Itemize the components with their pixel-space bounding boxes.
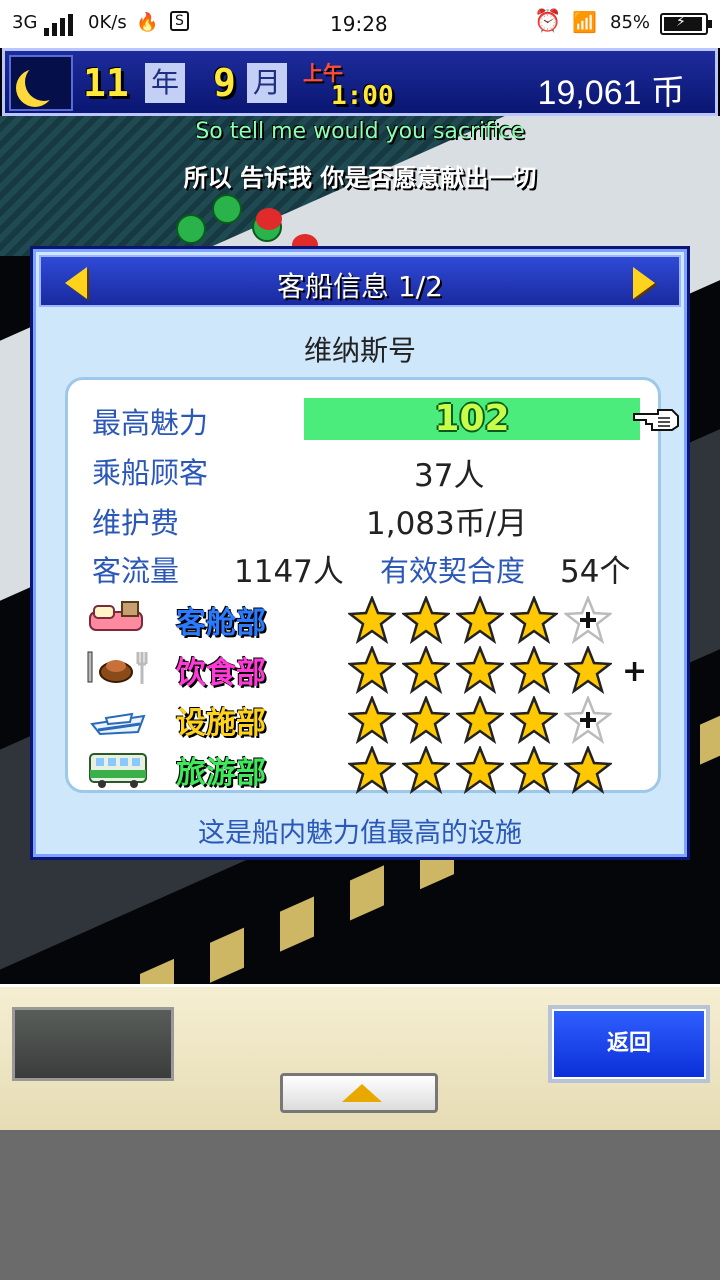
bottom-panel: 返回 xyxy=(0,984,720,1130)
month-value: 9 xyxy=(213,61,236,105)
dept-row-cabin[interactable]: 客舱部 xyxy=(86,596,646,644)
dept-label: 旅游部 xyxy=(176,756,266,791)
network-type: 3G xyxy=(12,12,38,33)
tree-icon xyxy=(212,194,242,224)
dept-row-dining[interactable]: 饮食部 + xyxy=(86,646,648,694)
ship-name: 维纳斯号 xyxy=(303,334,416,367)
app-badge: S xyxy=(170,11,189,31)
game-top-bar: 11 年 9 月 上午 1:00 19,061 币 xyxy=(2,48,718,116)
max-charm-bar: 102 xyxy=(304,398,640,440)
month-unit: 月 xyxy=(247,63,288,103)
dept-label: 客舱部 xyxy=(176,606,266,641)
dialog-header: 客船信息 1/2 xyxy=(39,255,681,307)
dept-stars xyxy=(348,596,612,644)
compat-label: 有效契合度 xyxy=(380,554,526,588)
dept-stars xyxy=(348,646,612,694)
star-filled-icon xyxy=(564,646,612,694)
signal-icon xyxy=(44,14,76,36)
tree-icon xyxy=(176,214,206,244)
star-filled-icon xyxy=(348,696,396,744)
expand-up-button[interactable] xyxy=(280,1073,438,1113)
star-filled-icon xyxy=(402,696,450,744)
max-charm-value: 102 xyxy=(434,398,510,439)
money-unit: 币 xyxy=(651,74,685,112)
maintenance-value: 1,083币/月 xyxy=(366,506,528,542)
money-value: 19,061 xyxy=(537,74,642,112)
empty-slot-button[interactable] xyxy=(12,1007,174,1081)
flame-icon: 🔥 xyxy=(136,12,159,33)
battery-percent: 85% xyxy=(610,12,651,33)
lyric-english: So tell me would you sacrifice xyxy=(195,119,525,144)
stats-card: 最高魅力 102 乘船顾客 37人 维护费 1,083币/月 客流量 1147人… xyxy=(65,377,679,794)
bed-icon xyxy=(89,601,143,631)
net-speed: 0K/s xyxy=(88,12,127,33)
star-filled-icon xyxy=(510,696,558,744)
passengers-value: 37人 xyxy=(414,458,485,494)
year-value: 11 xyxy=(83,61,129,105)
star-filled-icon xyxy=(564,746,612,794)
pointing-hand-icon[interactable] xyxy=(632,402,680,434)
star-filled-icon xyxy=(348,596,396,644)
battery-icon xyxy=(660,13,712,35)
star-empty-plus-icon xyxy=(564,696,612,744)
passengers-label: 乘船顾客 xyxy=(92,456,209,490)
plus-icon: + xyxy=(622,654,648,689)
compat-value: 54个 xyxy=(560,554,631,590)
star-filled-icon xyxy=(348,646,396,694)
max-charm-label: 最高魅力 xyxy=(92,406,209,440)
dept-label: 饮食部 xyxy=(176,656,266,691)
moon-icon xyxy=(9,55,73,111)
dining-icon xyxy=(87,651,148,684)
traffic-label: 客流量 xyxy=(92,554,180,588)
star-filled-icon xyxy=(402,596,450,644)
ship-icon xyxy=(90,712,146,736)
back-button[interactable]: 返回 xyxy=(548,1005,710,1083)
ship-info-dialog: 客船信息 1/2 维纳斯号 最高魅力 102 乘船顾客 37人 维护费 1,08… xyxy=(30,246,690,860)
bottom-filler xyxy=(0,1130,720,1280)
dept-row-facilities[interactable]: 设施部 xyxy=(86,696,646,744)
dept-stars xyxy=(348,746,612,794)
star-filled-icon xyxy=(510,746,558,794)
alarm-icon: ⏰ xyxy=(534,9,562,34)
star-filled-icon xyxy=(456,746,504,794)
star-filled-icon xyxy=(402,646,450,694)
year-unit: 年 xyxy=(145,63,186,103)
traffic-value: 1147人 xyxy=(234,554,344,590)
dept-stars xyxy=(348,696,612,744)
star-filled-icon xyxy=(402,746,450,794)
star-filled-icon xyxy=(456,596,504,644)
star-filled-icon xyxy=(510,646,558,694)
bus-icon xyxy=(89,753,147,788)
dialog-footnote: 这是船内魅力值最高的设施 xyxy=(198,818,522,849)
star-empty-plus-icon xyxy=(564,596,612,644)
wifi-icon: 📶 xyxy=(572,10,597,34)
dialog-title: 客船信息 1/2 xyxy=(277,270,443,303)
money-display: 19,061 币 xyxy=(538,65,685,114)
lyric-chinese: 所以 告诉我 你是否愿意献出一切 xyxy=(183,164,537,192)
star-filled-icon xyxy=(456,646,504,694)
star-filled-icon xyxy=(348,746,396,794)
star-filled-icon xyxy=(510,596,558,644)
status-bar: 3G 0K/s 🔥 S 19:28 ⏰ 📶 85% xyxy=(0,0,720,48)
dept-label: 设施部 xyxy=(176,706,266,741)
up-arrow-icon xyxy=(342,1084,382,1102)
next-page-arrow-icon[interactable] xyxy=(633,267,655,299)
flower-icon xyxy=(256,208,282,230)
dept-row-tourism[interactable]: 旅游部 xyxy=(86,746,646,794)
clock: 19:28 xyxy=(330,12,388,36)
game-clock: 1:00 xyxy=(331,81,394,111)
star-filled-icon xyxy=(456,696,504,744)
maintenance-label: 维护费 xyxy=(92,506,180,540)
